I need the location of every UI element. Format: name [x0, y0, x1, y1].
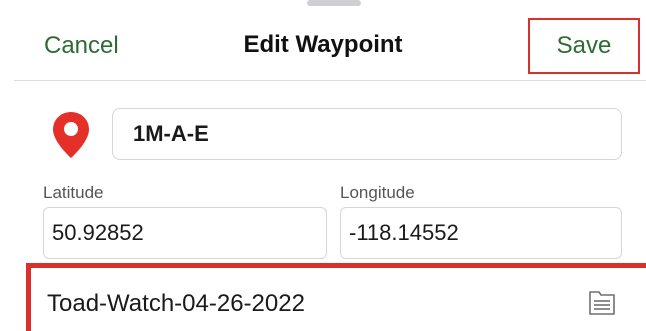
- map-pin-icon[interactable]: [51, 111, 91, 159]
- folder-select-row[interactable]: Toad-Watch-04-26-2022: [26, 263, 646, 331]
- header-bar: Cancel Edit Waypoint Save: [0, 18, 646, 76]
- save-button[interactable]: Save: [528, 18, 640, 74]
- edit-waypoint-sheet: Cancel Edit Waypoint Save 1M-A-E Latitud…: [0, 0, 646, 331]
- longitude-label: Longitude: [340, 183, 415, 202]
- latitude-input[interactable]: 50.92852: [43, 207, 327, 259]
- waypoint-name-input[interactable]: 1M-A-E: [112, 108, 622, 160]
- folder-list-icon: [589, 291, 615, 315]
- longitude-input[interactable]: -118.14552: [340, 207, 622, 259]
- sheet-grabber-handle[interactable]: [307, 0, 361, 6]
- cancel-button[interactable]: Cancel: [44, 32, 119, 60]
- folder-name: Toad-Watch-04-26-2022: [47, 290, 305, 317]
- header-divider: [14, 80, 646, 81]
- latitude-label: Latitude: [43, 183, 104, 202]
